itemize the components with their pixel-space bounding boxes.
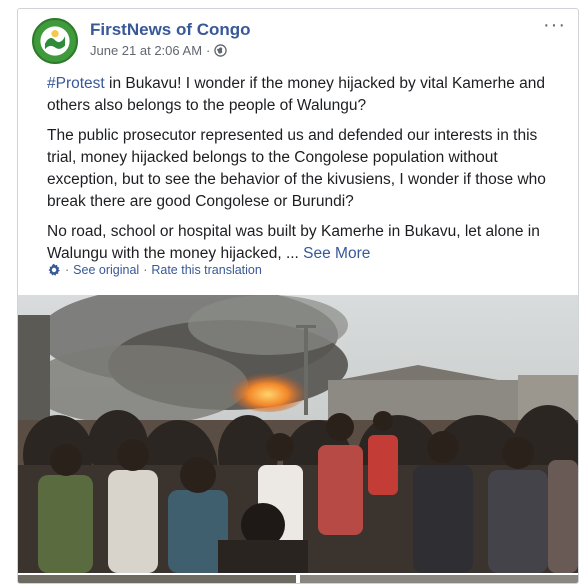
translation-bar: · See original · Rate this translation [47,263,262,277]
paragraph-2: The public prosecutor represented us and… [47,127,546,210]
translation-separator: · [143,263,148,277]
paragraph-3-text: No road, school or hospital was built by… [47,223,540,262]
paragraph-3: No road, school or hospital was built by… [47,221,567,265]
page-avatar[interactable] [32,18,78,64]
post-text: #Protest in Bukavu! I wonder if the mone… [47,73,567,273]
photo-thumbnails [18,575,578,583]
protest-photo [18,295,578,573]
post-photo[interactable] [18,295,578,573]
photo-thumbnail[interactable] [18,575,296,583]
meta-separator: · [206,43,211,58]
photo-thumbnail[interactable] [300,575,578,583]
more-options-button[interactable]: ··· [543,15,566,35]
see-original-link[interactable]: See original [73,263,139,277]
post-header: FirstNews of Congo June 21 at 2:06 AM · … [18,9,578,75]
post-meta: June 21 at 2:06 AM · [90,43,228,58]
logo-icon [35,21,75,61]
paragraph-1: #Protest in Bukavu! I wonder if the mone… [47,73,567,117]
see-more-link[interactable]: See More [303,245,370,262]
rate-translation-link[interactable]: Rate this translation [151,263,261,277]
hashtag-link[interactable]: #Protest [47,75,105,92]
gear-icon[interactable] [47,263,61,277]
translation-separator: · [65,263,70,277]
post-card: FirstNews of Congo June 21 at 2:06 AM · … [17,8,579,584]
post-timestamp[interactable]: June 21 at 2:06 AM [90,43,202,58]
author-name[interactable]: FirstNews of Congo [90,20,251,40]
globe-icon [214,44,228,57]
paragraph-1-text: in Bukavu! I wonder if the money hijacke… [47,75,546,114]
